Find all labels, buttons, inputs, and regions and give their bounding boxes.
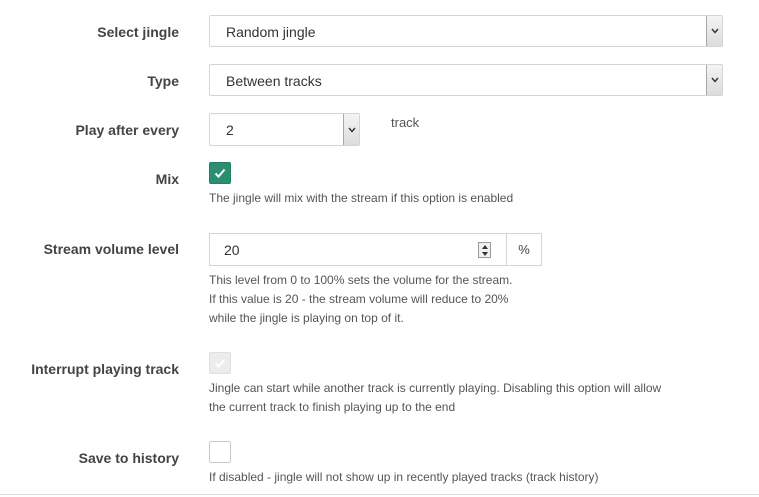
play-after-every-label: Play after every xyxy=(75,122,179,138)
divider xyxy=(0,494,759,495)
mix-checkbox[interactable] xyxy=(209,162,231,184)
stream-volume-help-3: while the jingle is playing on top of it… xyxy=(209,311,404,325)
jingle-settings-form: Select jingle Random jingle Type Between… xyxy=(0,0,759,497)
play-after-every-dropdown[interactable]: 2 xyxy=(209,113,360,146)
interrupt-help-2: the current track to finish playing up t… xyxy=(209,400,456,414)
stream-volume-help-1: This level from 0 to 100% sets the volum… xyxy=(209,273,513,287)
stream-volume-value: 20 xyxy=(224,242,240,258)
spin-up-icon[interactable] xyxy=(479,243,490,250)
history-label: Save to history xyxy=(78,450,179,466)
stream-volume-label: Stream volume level xyxy=(43,241,179,257)
mix-label: Mix xyxy=(155,171,179,187)
chevron-down-icon[interactable] xyxy=(706,16,722,46)
select-jingle-label: Select jingle xyxy=(97,24,179,40)
play-after-unit: track xyxy=(391,115,420,130)
type-value: Between tracks xyxy=(226,73,322,89)
history-checkbox[interactable] xyxy=(209,441,231,463)
chevron-down-icon[interactable] xyxy=(706,65,722,95)
type-label: Type xyxy=(147,73,179,89)
spin-down-icon[interactable] xyxy=(479,250,490,257)
history-help: If disabled - jingle will not show up in… xyxy=(209,470,599,484)
interrupt-checkbox[interactable] xyxy=(209,352,231,374)
checkmark-icon xyxy=(214,168,226,178)
select-jingle-dropdown[interactable]: Random jingle xyxy=(209,15,723,47)
play-after-every-value: 2 xyxy=(226,122,234,138)
chevron-down-icon[interactable] xyxy=(343,114,359,145)
stream-volume-spinner[interactable] xyxy=(478,242,491,258)
checkmark-icon xyxy=(214,358,226,368)
interrupt-label: Interrupt playing track xyxy=(31,361,179,377)
stream-volume-help-2: If this value is 20 - the stream volume … xyxy=(209,292,509,306)
interrupt-help-1: Jingle can start while another track is … xyxy=(209,381,662,395)
type-dropdown[interactable]: Between tracks xyxy=(209,64,723,96)
mix-help: The jingle will mix with the stream if t… xyxy=(209,191,514,205)
select-jingle-value: Random jingle xyxy=(226,24,316,40)
stream-volume-input[interactable]: 20 xyxy=(209,233,506,266)
percent-addon: % xyxy=(506,233,542,266)
